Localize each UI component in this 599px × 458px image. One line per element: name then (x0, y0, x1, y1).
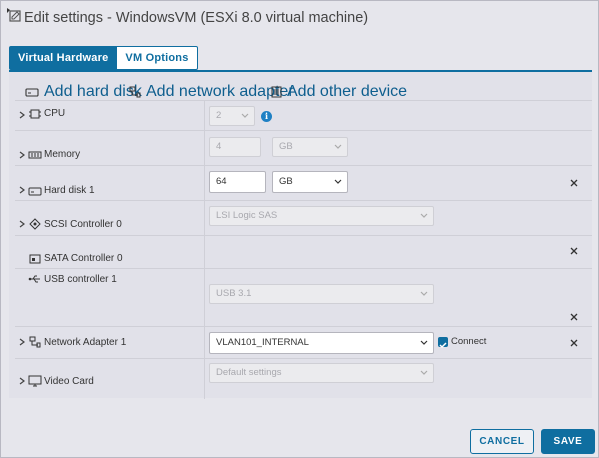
connect-checkbox[interactable] (438, 337, 448, 349)
chevron-right-icon[interactable] (18, 186, 26, 194)
scsi-controller-label: SCSI Controller 0 (44, 219, 122, 230)
chevron-right-icon[interactable] (18, 377, 26, 385)
memory-label: Memory (44, 149, 81, 160)
network-value: VLAN101_INTERNAL (216, 337, 309, 348)
cpu-count-select[interactable]: 2 (209, 106, 255, 126)
video-card-row-header[interactable]: Video Card (15, 359, 205, 399)
video-card-label: Video Card (44, 376, 94, 387)
chevron-down-icon (241, 113, 249, 118)
remove-network-close-icon[interactable] (569, 338, 579, 348)
network-adapter-icon (129, 86, 141, 98)
network-select[interactable]: VLAN101_INTERNAL (209, 332, 434, 354)
info-icon[interactable]: i (261, 111, 272, 122)
usb-controller-row: USB controller 1 USB 3.1 (15, 268, 592, 327)
network-adapter-row: Network Adapter 1 VLAN101_INTERNAL Conne… (15, 326, 592, 359)
network-adapter-row-header[interactable]: Network Adapter 1 (15, 327, 205, 359)
chevron-right-icon[interactable] (18, 111, 26, 119)
chevron-down-icon (420, 291, 428, 296)
usb-controller-label: USB controller 1 (44, 274, 117, 285)
hard-disk-unit-value: GB (279, 176, 293, 187)
cancel-button[interactable]: CANCEL (470, 429, 534, 454)
sata-controller-icon (29, 254, 41, 264)
memory-icon (28, 151, 42, 159)
memory-row: Memory 4 GB (15, 130, 592, 166)
hard-disk-unit-select[interactable]: GB (272, 171, 348, 193)
cpu-row: CPU 2 i (15, 100, 592, 131)
tab-bar: Virtual Hardware VM Options (9, 46, 198, 70)
dialog-title: Edit settings - WindowsVM (ESXi 8.0 virt… (24, 10, 369, 26)
sata-controller-label: SATA Controller 0 (44, 253, 123, 264)
chevron-down-icon (334, 144, 342, 149)
memory-unit-select[interactable]: GB (272, 137, 348, 157)
scsi-type-value: LSI Logic SAS (216, 210, 278, 221)
sata-controller-row: SATA Controller 0 (15, 235, 592, 269)
cpu-label: CPU (44, 108, 66, 119)
video-card-row: Video Card Default settings (15, 358, 592, 399)
device-icon (271, 86, 282, 98)
network-adapter-label: Network Adapter 1 (44, 337, 127, 348)
edit-settings-dialog: Edit settings - WindowsVM (ESXi 8.0 virt… (0, 0, 599, 458)
hard-disk-size-value: 64 (216, 176, 227, 187)
cpu-row-header[interactable]: CPU (15, 101, 205, 131)
chevron-down-icon (420, 213, 428, 218)
checkmark-icon (439, 342, 447, 349)
remove-hard-disk-close-icon[interactable] (569, 178, 579, 188)
scsi-controller-icon (29, 218, 41, 230)
remove-sata-close-icon[interactable] (569, 246, 579, 256)
network-adapter-icon (29, 336, 41, 348)
scsi-type-select[interactable]: LSI Logic SAS (209, 206, 434, 226)
usb-icon (28, 275, 40, 283)
sata-controller-row-header: SATA Controller 0 (15, 236, 205, 269)
video-card-select[interactable]: Default settings (209, 363, 434, 383)
cpu-icon (29, 109, 41, 119)
tab-virtual-hardware[interactable]: Virtual Hardware (9, 46, 118, 70)
monitor-icon (28, 375, 42, 387)
hard-disk-row-header[interactable]: Hard disk 1 (15, 166, 205, 201)
chevron-right-icon[interactable] (18, 151, 26, 159)
scsi-controller-row-header[interactable]: SCSI Controller 0 (15, 201, 205, 236)
remove-usb-close-icon[interactable] (569, 312, 579, 322)
scsi-controller-row: SCSI Controller 0 LSI Logic SAS (15, 200, 592, 236)
add-hard-disk-button[interactable]: Add hard disk (25, 83, 142, 101)
hard-disk-size-input[interactable]: 64 (209, 171, 266, 193)
cpu-count-value: 2 (216, 110, 222, 121)
chevron-down-icon (420, 370, 428, 375)
chevron-right-icon[interactable] (18, 220, 26, 228)
add-other-device-button[interactable]: Add other device (271, 83, 407, 101)
chevron-down-icon (420, 340, 428, 345)
tab-vm-options[interactable]: VM Options (117, 46, 198, 70)
add-hard-disk-label: Add hard disk (44, 83, 142, 100)
hard-disk-icon (25, 87, 39, 97)
memory-unit-value: GB (279, 141, 293, 152)
video-card-value: Default settings (216, 367, 282, 378)
add-other-device-label: Add other device (287, 83, 408, 100)
connect-label: Connect (451, 336, 487, 347)
hard-disk-row: Hard disk 1 64 GB (15, 165, 592, 201)
hard-disk-label: Hard disk 1 (44, 185, 95, 196)
chevron-right-icon[interactable] (18, 338, 26, 346)
memory-row-header[interactable]: Memory (15, 131, 205, 166)
hard-disk-icon (28, 187, 42, 196)
usb-type-value: USB 3.1 (216, 288, 252, 299)
usb-type-select[interactable]: USB 3.1 (209, 284, 434, 304)
add-network-adapter-button[interactable]: Add network adapter (129, 83, 294, 101)
memory-size-input[interactable]: 4 (209, 137, 261, 157)
chevron-down-icon (334, 179, 342, 184)
usb-controller-row-header: USB controller 1 (15, 269, 205, 327)
edit-settings-icon (6, 7, 22, 23)
memory-size-value: 4 (216, 141, 222, 152)
save-button[interactable]: SAVE (541, 429, 595, 454)
